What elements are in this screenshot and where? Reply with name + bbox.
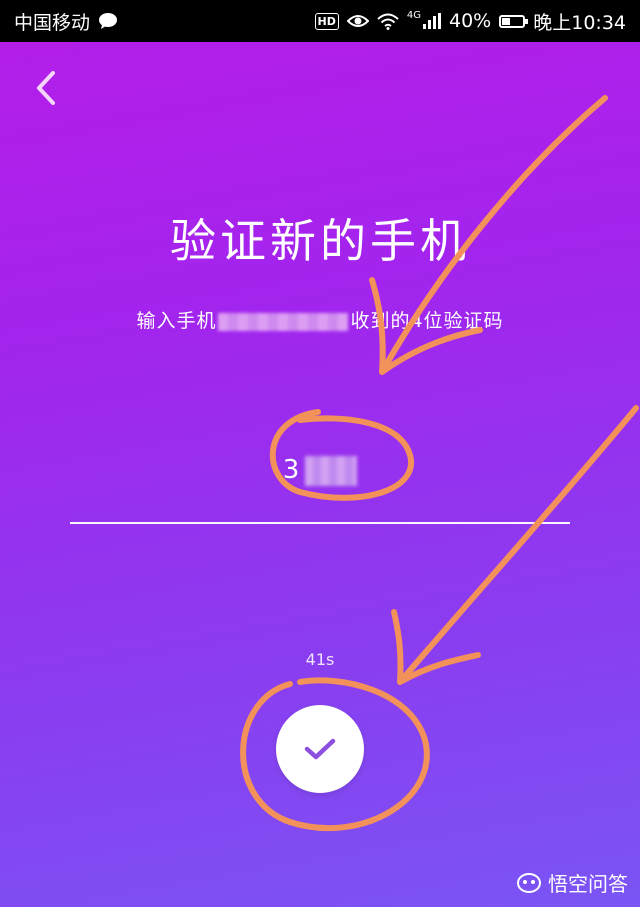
code-digit: 3: [282, 455, 306, 485]
confirm-button[interactable]: [276, 705, 364, 793]
instruction-prefix: 输入手机: [136, 310, 217, 332]
page-title: 验证新的手机: [170, 214, 470, 268]
wifi-icon: [377, 13, 399, 30]
signal-icon: [423, 13, 441, 29]
network-type: 4G: [406, 9, 421, 21]
input-underline: [70, 522, 570, 524]
back-button[interactable]: [28, 68, 64, 108]
clock: 晚上10:34: [533, 11, 626, 34]
status-bar-right: HD 4G 40% 晚上10:34: [314, 8, 626, 35]
masked-code-digits: [305, 455, 358, 486]
status-bar: 中国移动 HD 4G 40% 晚上10:34: [0, 0, 640, 42]
instruction-text: 输入手机 收到的4位验证码: [0, 306, 640, 333]
watermark-text: 悟空问答: [548, 872, 628, 896]
checkmark-icon: [304, 738, 336, 760]
instruction-suffix: 收到的4位验证码: [350, 310, 504, 332]
verification-code-input[interactable]: 3: [70, 445, 570, 525]
code-value: 3: [70, 455, 570, 486]
battery-icon: [499, 14, 529, 28]
wukong-logo-icon: [517, 872, 541, 893]
status-bar-left: 中国移动: [14, 8, 118, 35]
battery-percent: 40%: [449, 10, 492, 32]
chevron-left-icon: [37, 71, 55, 105]
chat-bubble-icon: [99, 13, 118, 29]
carrier-name: 中国移动: [14, 11, 91, 34]
battery-fill: [502, 17, 511, 25]
hd-badge: HD: [314, 12, 339, 30]
eye-icon: [346, 15, 369, 27]
watermark: 悟空问答: [516, 868, 628, 897]
masked-phone-number: [218, 312, 349, 331]
resend-countdown: 41s: [305, 650, 335, 669]
